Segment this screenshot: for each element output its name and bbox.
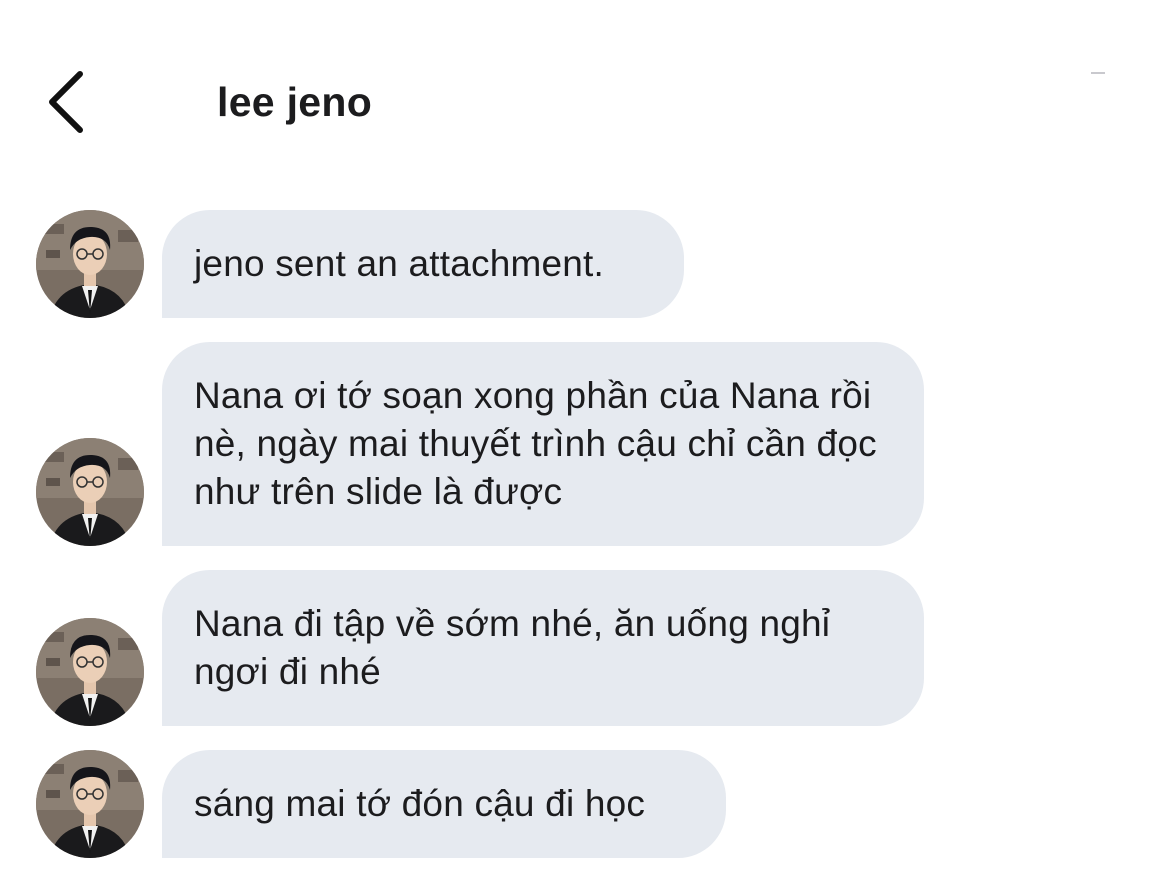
chat-title: lee jeno [217,79,373,125]
status-indicator [1091,72,1105,74]
message-text: sáng mai tớ đón cậu đi học [194,783,646,824]
avatar-image [36,438,144,546]
avatar-image [36,618,144,726]
message-bubble[interactable]: sáng mai tớ đón cậu đi học [162,750,726,858]
avatar[interactable] [36,750,144,858]
chevron-left-icon [49,71,83,133]
back-button[interactable] [40,66,90,138]
message-text: jeno sent an attachment. [194,243,605,284]
chat-header: lee jeno [0,0,1169,170]
avatar-image [36,210,144,318]
message-bubble[interactable]: Nana đi tập về sớm nhé, ăn uống nghỉ ngơ… [162,570,924,726]
message-text: Nana đi tập về sớm nhé, ăn uống nghỉ ngơ… [194,603,831,692]
message-bubble[interactable]: Nana ơi tớ soạn xong phần của Nana rồi n… [162,342,924,546]
chat-screen: lee jeno jeno sent an attachment. Nana ơ… [0,0,1169,871]
message-bubble[interactable]: jeno sent an attachment. [162,210,684,318]
avatar[interactable] [36,618,144,726]
avatar-image [36,750,144,858]
avatar[interactable] [36,438,144,546]
message-text: Nana ơi tớ soạn xong phần của Nana rồi n… [194,375,877,512]
avatar[interactable] [36,210,144,318]
